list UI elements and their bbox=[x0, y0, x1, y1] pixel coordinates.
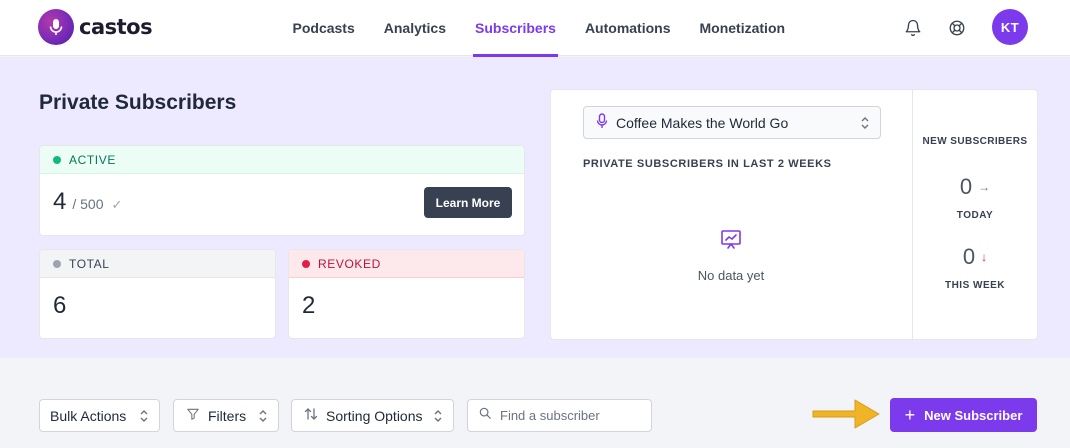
check-icon: ✓ bbox=[111, 197, 123, 212]
user-avatar[interactable]: KT bbox=[992, 9, 1028, 45]
total-count-value: 6 bbox=[53, 292, 67, 319]
nav-monetization[interactable]: Monetization bbox=[685, 0, 800, 56]
today-label: TODAY bbox=[956, 210, 994, 221]
subscribers-overview: Private Subscribers ACTIVE 4 / 500 ✓ Lea… bbox=[0, 57, 1070, 358]
total-subscribers-card: TOTAL 6 bbox=[39, 249, 276, 339]
arrow-right-icon: → bbox=[978, 180, 991, 194]
chart-title: PRIVATE SUBSCRIBERS IN LAST 2 WEEKS bbox=[583, 158, 832, 170]
chevron-updown-icon bbox=[860, 116, 870, 133]
new-subscriber-label: New Subscriber bbox=[924, 407, 1023, 423]
main-nav: Podcasts Analytics Subscribers Automatio… bbox=[278, 0, 800, 57]
subscriber-search bbox=[467, 399, 652, 432]
pointing-arrow-icon bbox=[811, 396, 881, 437]
today-value: 0 bbox=[959, 174, 973, 199]
nav-podcasts[interactable]: Podcasts bbox=[278, 0, 369, 56]
help-lifebuoy-icon[interactable] bbox=[946, 17, 968, 39]
presentation-chart-icon bbox=[719, 228, 743, 257]
this-week-stat: 0 ↓ bbox=[913, 244, 1037, 270]
podcast-select[interactable]: Coffee Makes the World Go bbox=[583, 106, 881, 139]
active-card-header: ACTIVE bbox=[40, 146, 524, 174]
new-subscribers-title: NEW SUBSCRIBERS bbox=[922, 136, 1028, 147]
nav-subscribers[interactable]: Subscribers bbox=[461, 0, 571, 57]
active-status-dot-icon bbox=[53, 155, 61, 164]
nav-automations[interactable]: Automations bbox=[570, 0, 685, 56]
arrow-down-icon: ↓ bbox=[981, 250, 988, 264]
filters-label: Filters bbox=[208, 407, 247, 424]
total-label: TOTAL bbox=[69, 256, 110, 271]
microphone-logo-icon bbox=[38, 9, 74, 45]
sorting-options-select[interactable]: Sorting Options bbox=[291, 399, 454, 432]
no-data-text: No data yet bbox=[697, 268, 765, 283]
chevron-updown-icon bbox=[433, 409, 443, 426]
total-status-dot-icon bbox=[53, 259, 61, 268]
active-label: ACTIVE bbox=[69, 152, 116, 167]
new-subscriber-button[interactable]: + New Subscriber bbox=[890, 398, 1037, 432]
active-limit: / 500 bbox=[72, 196, 104, 212]
castos-logo[interactable]: castos bbox=[38, 9, 153, 45]
active-count: 4 / 500 ✓ bbox=[53, 188, 122, 216]
plus-icon: + bbox=[904, 405, 916, 425]
sort-arrows-icon bbox=[304, 407, 318, 424]
active-subscribers-card: ACTIVE 4 / 500 ✓ Learn More bbox=[39, 145, 525, 236]
this-week-label: THIS WEEK bbox=[944, 280, 1006, 291]
learn-more-button[interactable]: Learn More bbox=[424, 187, 512, 218]
revoked-count-value: 2 bbox=[302, 292, 316, 319]
chevron-updown-icon bbox=[258, 409, 268, 426]
search-icon bbox=[478, 406, 492, 425]
today-stat: 0 → bbox=[913, 174, 1037, 200]
microphone-icon bbox=[596, 113, 608, 132]
revoked-status-dot-icon bbox=[302, 259, 310, 268]
podcast-select-value: Coffee Makes the World Go bbox=[616, 114, 789, 131]
revoked-subscribers-card: REVOKED 2 bbox=[288, 249, 525, 339]
active-count-value: 4 bbox=[53, 188, 67, 215]
filters-select[interactable]: Filters bbox=[173, 399, 279, 432]
bell-icon[interactable] bbox=[902, 17, 924, 39]
search-input[interactable] bbox=[500, 408, 650, 423]
revoked-label: REVOKED bbox=[318, 256, 381, 271]
bulk-actions-select[interactable]: Bulk Actions bbox=[39, 399, 160, 432]
revoked-card-header: REVOKED bbox=[289, 250, 524, 278]
total-card-header: TOTAL bbox=[40, 250, 275, 278]
brand-name: castos bbox=[79, 15, 153, 39]
page-title: Private Subscribers bbox=[39, 91, 237, 114]
sorting-options-label: Sorting Options bbox=[326, 407, 423, 424]
filter-funnel-icon bbox=[186, 407, 200, 424]
bulk-actions-label: Bulk Actions bbox=[50, 407, 127, 424]
chevron-updown-icon bbox=[139, 409, 149, 426]
subscribers-chart-panel: Coffee Makes the World Go PRIVATE SUBSCR… bbox=[550, 89, 1038, 340]
top-navigation: castos Podcasts Analytics Subscribers Au… bbox=[0, 0, 1070, 57]
nav-analytics[interactable]: Analytics bbox=[369, 0, 460, 56]
this-week-value: 0 bbox=[962, 244, 976, 269]
